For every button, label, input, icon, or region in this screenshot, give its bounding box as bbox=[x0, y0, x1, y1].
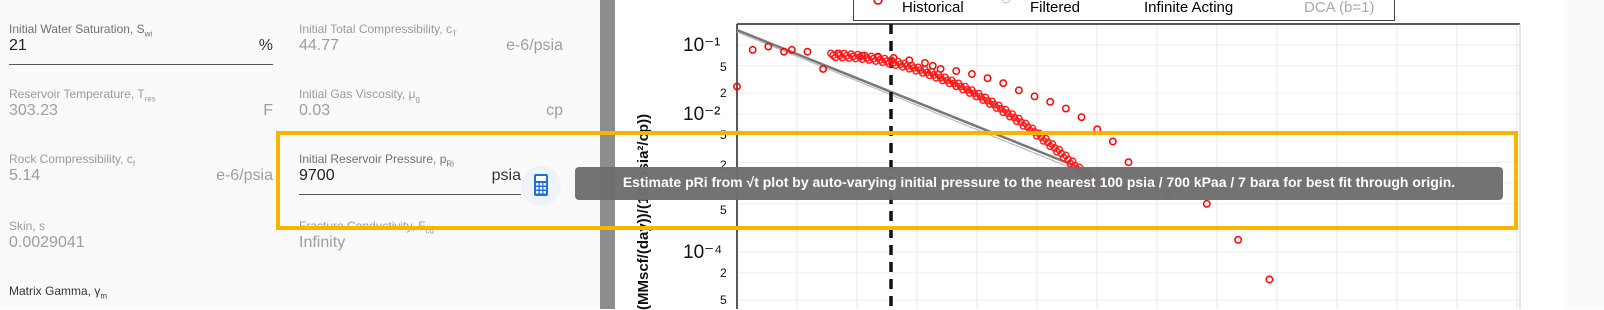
y-tick-label: 10⁻¹ bbox=[683, 35, 721, 56]
estimate-tooltip: Estimate pRi from √t plot by auto-varyin… bbox=[575, 167, 1503, 200]
field-value: 0.0029041 bbox=[9, 234, 85, 251]
y-minor-tick-label: 5 bbox=[720, 203, 727, 217]
field-label: Initial Water Saturation, S bbox=[9, 22, 145, 36]
field-value: 44.77 bbox=[299, 37, 340, 54]
y-tick-label: 10⁻⁴ bbox=[683, 242, 723, 263]
field-label: Reservoir Temperature, T bbox=[9, 87, 145, 101]
estimate-pressure-button[interactable] bbox=[521, 166, 561, 206]
field-value: 5.14 bbox=[9, 167, 41, 184]
field-label: Fracture Conductivity, F bbox=[299, 219, 426, 233]
initial-water-saturation-field[interactable]: Initial Water Saturation, Swi 21 % bbox=[9, 22, 273, 65]
historical-point bbox=[1061, 104, 1070, 113]
field-label: Rock Compressibility, c bbox=[9, 152, 133, 166]
y-tick-label: 10⁻² bbox=[683, 104, 721, 125]
y-minor-tick-label: 2 bbox=[720, 266, 727, 280]
historical-point bbox=[1108, 137, 1117, 146]
y-minor-tick-label: 2 bbox=[720, 86, 727, 100]
reservoir-temperature-field: Reservoir Temperature, Tres 303.23 F bbox=[9, 87, 273, 119]
fracture-conductivity-field: Fracture Conductivity, Fcd Infinity bbox=[299, 219, 434, 251]
field-unit: e-6/psia bbox=[506, 37, 563, 54]
y-minor-tick-label: 5 bbox=[720, 60, 727, 74]
historical-point bbox=[1014, 86, 1023, 95]
field-value[interactable]: 21 bbox=[9, 37, 27, 55]
parameters-panel: Initial Water Saturation, Swi 21 % Initi… bbox=[0, 0, 600, 309]
initial-gas-viscosity-field: Initial Gas Viscosity, μg 0.03 cp bbox=[299, 87, 563, 119]
field-underline bbox=[299, 194, 521, 195]
y-minor-tick-label: 5 bbox=[720, 293, 727, 307]
y-axis-label: (MMscf/(day))/(10⁶psia²/cp)) bbox=[635, 113, 652, 310]
historical-point bbox=[920, 58, 929, 67]
historical-point bbox=[1046, 97, 1055, 106]
field-unit: psia bbox=[491, 167, 521, 184]
field-underline bbox=[9, 64, 273, 65]
field-value: 0.03 bbox=[299, 102, 331, 119]
initial-reservoir-pressure-field[interactable]: Initial Reservoir Pressure, pRi 9700 psi… bbox=[299, 152, 521, 195]
field-value: 303.23 bbox=[9, 102, 58, 119]
field-unit: cp bbox=[546, 102, 563, 119]
historical-point bbox=[999, 79, 1008, 88]
panel-splitter[interactable] bbox=[600, 0, 615, 309]
historical-point bbox=[952, 67, 961, 75]
chart-legend: Historical Filtered Infinite Acting DCA … bbox=[853, 0, 1395, 21]
historical-point bbox=[803, 47, 812, 56]
historical-point bbox=[1265, 275, 1274, 284]
field-value[interactable]: 9700 bbox=[299, 167, 335, 185]
field-label: Initial Total Compressibility, c bbox=[299, 22, 452, 36]
skin-field: Skin, s 0.0029041 bbox=[9, 219, 273, 251]
field-label: Matrix Gamma, γ bbox=[9, 284, 101, 298]
field-unit: e-6/psia bbox=[216, 167, 273, 184]
field-unit: F bbox=[263, 102, 273, 119]
rock-compressibility-field: Rock Compressibility, cf 5.14 e-6/psia bbox=[9, 152, 273, 184]
y-minor-tick-label: 5 bbox=[720, 128, 727, 142]
matrix-gamma-field: Matrix Gamma, γm bbox=[9, 284, 108, 301]
calculator-icon bbox=[534, 174, 548, 196]
right-margin bbox=[1564, 0, 1604, 309]
historical-point bbox=[748, 45, 757, 54]
field-label: Initial Reservoir Pressure, p bbox=[299, 152, 447, 166]
historical-point bbox=[1077, 113, 1086, 122]
field-unit: % bbox=[258, 37, 273, 54]
chart-area bbox=[615, 0, 1564, 309]
historical-point bbox=[983, 74, 992, 83]
initial-total-compressibility-field: Initial Total Compressibility, cT 44.77 … bbox=[299, 22, 563, 54]
historical-point bbox=[1234, 235, 1243, 244]
field-value: Infinity bbox=[299, 234, 346, 251]
chart-svg bbox=[733, 23, 1521, 309]
field-label: Initial Gas Viscosity, μ bbox=[299, 87, 416, 101]
historical-point bbox=[967, 70, 976, 78]
field-label: Skin, s bbox=[9, 219, 46, 233]
